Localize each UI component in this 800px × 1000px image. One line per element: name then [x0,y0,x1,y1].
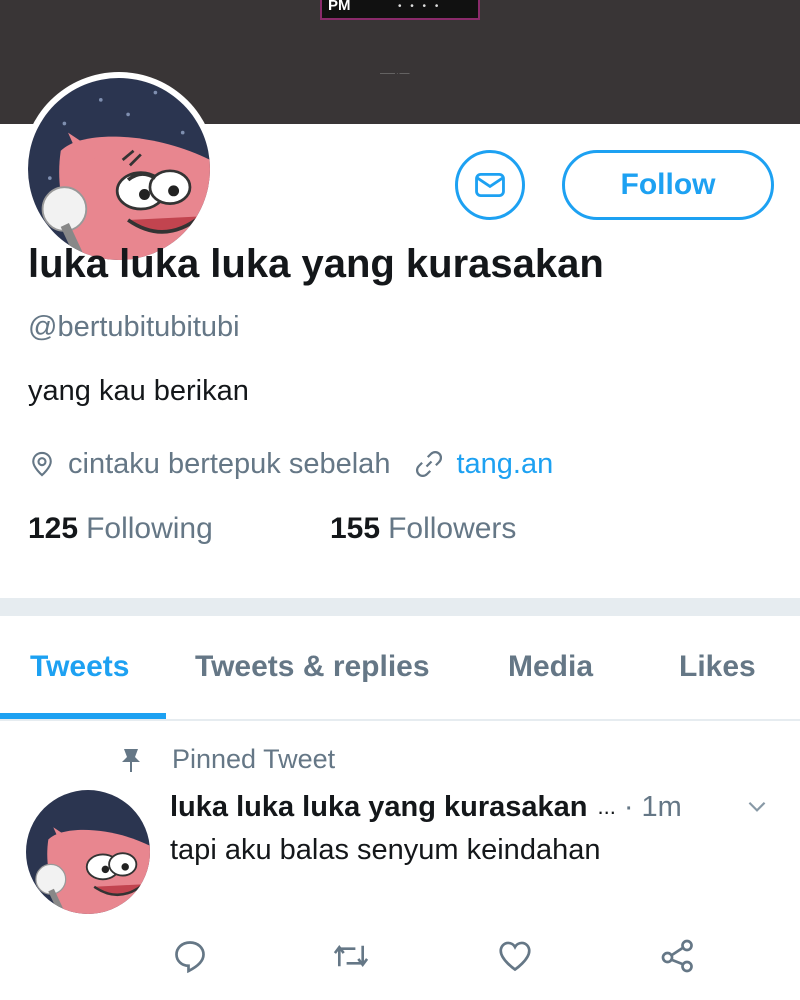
followers-label: Followers [388,512,517,545]
heart-icon[interactable] [497,938,533,979]
retweet-icon[interactable] [332,938,370,979]
profile-counts: 125 Following 155 Followers [28,512,516,546]
section-divider [0,598,800,616]
active-tab-indicator [0,713,166,719]
tweet-avatar[interactable] [26,790,150,914]
tab-tweets[interactable]: Tweets [30,650,129,684]
pinned-tweet-label: Pinned Tweet [120,744,335,775]
envelope-icon [475,172,505,198]
pin-icon [120,747,142,773]
followers-number: 155 [330,512,381,545]
tweet-author[interactable]: luka luka luka yang kurasakan [170,791,587,824]
profile-website-link[interactable]: tang.an [456,448,553,481]
following-count[interactable]: 125 Following [28,512,330,546]
followers-count[interactable]: 155 Followers [330,512,516,546]
pinned-tweet-text: Pinned Tweet [172,744,336,774]
banner-watermark: ——— · —— [380,71,410,77]
profile-location: cintaku bertepuk sebelah [68,447,391,480]
profile-avatar[interactable] [22,72,216,266]
avatar-image [28,78,210,260]
link-icon [414,449,444,479]
banner-dots: • • • • [398,1,442,12]
profile-handle: @bertubitubitubi [28,311,240,343]
profile-display-name: luka luka luka yang kurasakan [28,242,604,286]
tab-media[interactable]: Media [508,650,593,684]
tweet-header: luka luka luka yang kurasakan ... · 1m [170,787,780,827]
following-label: Following [86,512,213,545]
following-number: 125 [28,512,79,545]
follow-button[interactable]: Follow [562,150,774,220]
tweet-text: tapi aku balas senyum keindahan [170,834,601,866]
location-pin-icon [28,450,56,478]
profile-tabs: Tweets Tweets & replies Media Likes [0,616,800,721]
share-icon[interactable] [660,938,696,979]
message-button[interactable] [455,150,525,220]
banner-logo: PM • • • • [320,0,480,20]
tweet-avatar-image [26,790,150,914]
profile-bio: yang kau berikan [28,375,249,407]
tweet-author-ellipsis: ... [597,794,616,819]
tweet-time[interactable]: · 1m [624,791,682,824]
tweet-actions [0,938,800,982]
reply-icon[interactable] [172,938,208,979]
chevron-down-icon[interactable] [744,793,770,827]
tab-likes[interactable]: Likes [679,650,756,684]
profile-meta: cintaku bertepuk sebelah tang.an [28,444,553,484]
banner-logo-text: PM [328,0,351,14]
tab-tweets-replies[interactable]: Tweets & replies [195,650,430,684]
